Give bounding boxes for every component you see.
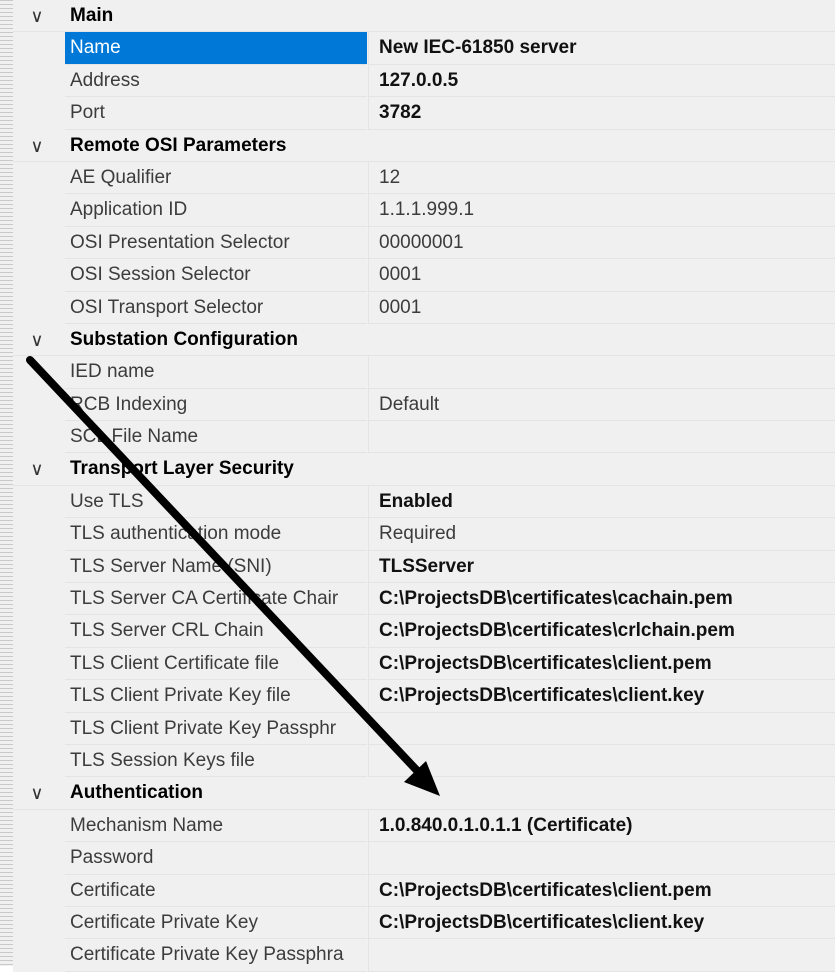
annotation-arrow [26, 356, 440, 796]
annotation-arrow-line [26, 356, 428, 782]
